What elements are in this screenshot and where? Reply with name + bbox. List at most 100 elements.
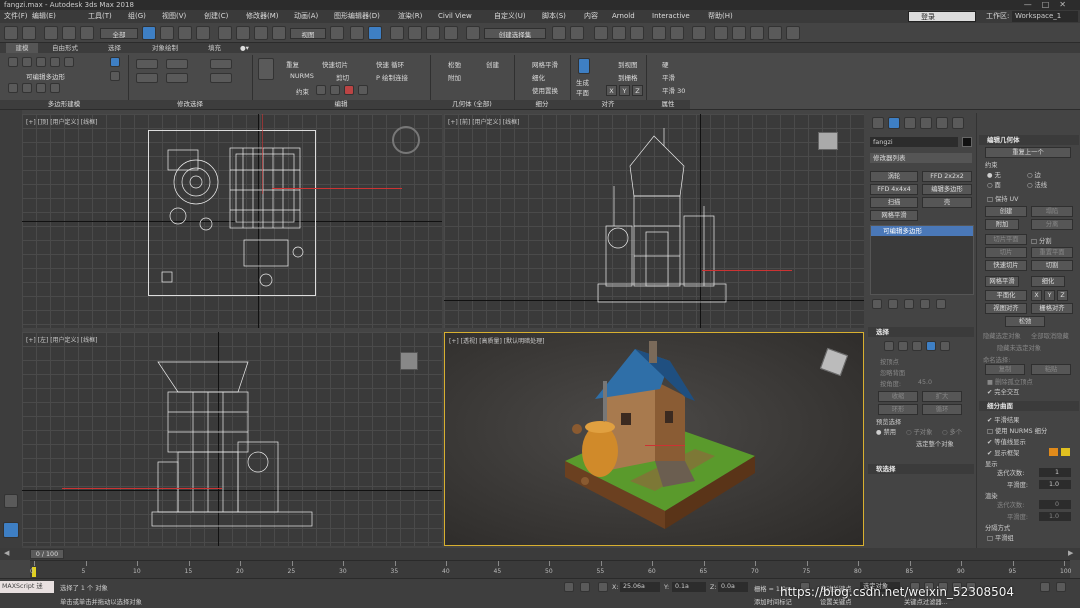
placement-icon[interactable] xyxy=(272,26,286,40)
planarize-button[interactable]: 平面化 xyxy=(985,290,1027,301)
sel-element-icon[interactable] xyxy=(940,341,950,351)
ribbon-tessellate[interactable]: 细化 xyxy=(532,72,545,82)
detach-button[interactable]: 分离 xyxy=(1031,219,1073,230)
viewport-left-label[interactable]: [+] [左] [用户定义] [线框] xyxy=(26,335,97,344)
align-icon[interactable] xyxy=(570,26,584,40)
ignore-backface-check[interactable]: 忽略背面 xyxy=(880,368,905,377)
turbosmooth-button[interactable]: 涡轮 xyxy=(870,171,918,182)
loop-icon[interactable] xyxy=(166,59,188,69)
layer-explorer-icon[interactable] xyxy=(612,26,626,40)
by-angle-check[interactable]: 按角度: xyxy=(880,379,901,388)
grid-align-button[interactable]: 栅格对齐 xyxy=(1031,303,1073,314)
group-poly-modeling[interactable]: 多边形建模 xyxy=(0,100,128,109)
viewcube-front[interactable] xyxy=(818,132,838,150)
viewport-top[interactable]: [+] [顶] [用户定义] [线框] xyxy=(22,114,442,328)
shrink-button[interactable]: 收缩 xyxy=(878,391,918,402)
group-edit[interactable]: 编辑 xyxy=(252,100,430,109)
group-modify-selection[interactable]: 修改选择 xyxy=(128,100,252,109)
slice-plane-button[interactable]: 切片平面 xyxy=(985,234,1027,245)
edit-named-sets-icon[interactable] xyxy=(466,26,480,40)
full-interactivity-check[interactable]: ✔ 完全交互 xyxy=(987,387,1019,396)
pin-stack-icon[interactable] xyxy=(872,299,882,309)
sel-edge-icon[interactable] xyxy=(898,341,908,351)
preview-off-radio[interactable]: ● 禁用 xyxy=(876,427,896,436)
ribbon-hard[interactable]: 硬 xyxy=(662,59,669,69)
track-bar[interactable]: 0 5 10 15 20 25 30 35 40 45 50 55 60 65 70 75 80 85 90 95 10… xyxy=(30,560,1071,578)
collapse-stack-icon[interactable] xyxy=(22,83,32,93)
viewport-perspective[interactable]: [+] [透视] [高质量] [默认明暗处理] xyxy=(444,332,864,546)
y-coordinate-input[interactable]: 0.1a xyxy=(672,582,706,592)
shell-button[interactable]: 壳 xyxy=(922,197,972,208)
align-y-button[interactable]: Y xyxy=(619,85,630,96)
reset-plane-button[interactable]: 重置平面 xyxy=(1031,247,1073,258)
viewport-layout-icon[interactable] xyxy=(3,522,19,538)
split-check[interactable]: □ 分割 xyxy=(1031,236,1052,245)
menu-file[interactable]: 文件(F) xyxy=(4,10,28,23)
quickslice-button[interactable]: 快速切片 xyxy=(985,260,1027,271)
reference-coord-dropdown[interactable]: 视图 xyxy=(290,28,326,39)
smoothing-groups-check[interactable]: □ 平滑组 xyxy=(987,533,1014,542)
tab-object-paint[interactable]: 对象绘制 xyxy=(152,43,178,53)
angle-snap-icon[interactable] xyxy=(408,26,422,40)
attach-button[interactable]: 附加 xyxy=(985,219,1019,230)
viewport-top-label[interactable]: [+] [顶] [用户定义] [线框] xyxy=(26,117,97,126)
meshsmooth-button[interactable]: 网格平滑 xyxy=(870,210,918,221)
ribbon-repeat[interactable]: 重复 xyxy=(286,59,299,69)
constraint-face-icon[interactable] xyxy=(344,85,354,95)
element-icon[interactable] xyxy=(64,57,74,67)
tessellate-button[interactable]: 细化 xyxy=(1031,276,1065,287)
grow-button[interactable]: 扩大 xyxy=(922,391,962,402)
ring-icon[interactable] xyxy=(166,73,188,83)
preserve-uv-icon[interactable] xyxy=(50,83,60,93)
show-cage-check[interactable]: ✔ 显示框架 xyxy=(987,448,1019,457)
menu-view[interactable]: 视图(V) xyxy=(162,10,186,23)
rect-select-region-icon[interactable] xyxy=(178,26,192,40)
snaps-toggle-icon[interactable] xyxy=(390,26,404,40)
cage-color-2-swatch[interactable] xyxy=(1061,448,1070,456)
ribbon-cut[interactable]: 剪切 xyxy=(336,72,349,82)
tab-selection[interactable]: 选择 xyxy=(108,43,121,53)
selection-mode-icon[interactable] xyxy=(110,71,120,81)
edge-icon[interactable] xyxy=(22,57,32,67)
planar-y-button[interactable]: Y xyxy=(1044,290,1055,301)
time-slider-thumb[interactable]: 0 / 100 xyxy=(30,549,64,559)
select-manipulate-icon[interactable] xyxy=(350,26,364,40)
ribbon-smooth30[interactable]: 平滑 30 xyxy=(662,85,685,95)
by-vertex-check[interactable]: 按顶点 xyxy=(880,357,899,366)
unhide-all-button[interactable]: 全部取消隐藏 xyxy=(1031,331,1069,340)
group-subdivision[interactable]: 细分 xyxy=(514,100,570,109)
hierarchy-tab-icon[interactable] xyxy=(904,117,916,129)
select-by-name-icon[interactable] xyxy=(160,26,174,40)
loop-mode-icon[interactable] xyxy=(210,59,232,69)
render-icon[interactable] xyxy=(750,26,764,40)
keyboard-shortcut-override-icon[interactable] xyxy=(368,26,382,40)
window-crossing-icon[interactable] xyxy=(196,26,210,40)
align-z-button[interactable]: Z xyxy=(632,85,643,96)
modify-tab-icon[interactable] xyxy=(888,117,900,129)
absolute-mode-icon[interactable] xyxy=(598,582,608,592)
time-slider[interactable]: ◀ 0 / 100 ▶ xyxy=(0,548,1080,560)
tab-modeling[interactable]: 建模 xyxy=(6,43,38,53)
soft-selection-rollout-head[interactable]: 软选择 xyxy=(868,464,974,474)
generate-icon[interactable] xyxy=(578,58,590,74)
slice-button[interactable]: 切片 xyxy=(985,247,1027,258)
ribbon-create[interactable]: 创建 xyxy=(486,59,499,69)
vertex-icon[interactable] xyxy=(8,57,18,67)
sel-polygon-icon[interactable] xyxy=(926,341,936,351)
unlink-icon[interactable] xyxy=(62,26,76,40)
layout-tab-arrow-icon[interactable] xyxy=(4,494,18,508)
a360-icon[interactable] xyxy=(786,26,800,40)
isoline-display-check[interactable]: ✔ 等值线显示 xyxy=(987,437,1026,446)
ribbon-smooth[interactable]: 平滑 xyxy=(662,72,675,82)
select-object-icon[interactable] xyxy=(142,26,156,40)
ribbon-to-view[interactable]: 到视图 xyxy=(618,59,638,69)
menu-group[interactable]: 组(G) xyxy=(128,10,146,23)
menu-create[interactable]: 创建(C) xyxy=(204,10,228,23)
show-end-result-stack-icon[interactable] xyxy=(888,299,898,309)
motion-tab-icon[interactable] xyxy=(920,117,932,129)
preview-multi-radio[interactable]: ○ 多个 xyxy=(942,427,962,436)
spinner-snap-icon[interactable] xyxy=(444,26,458,40)
meshsmooth-geom-button[interactable]: 网格平滑 xyxy=(985,276,1019,287)
ribbon-options-icon[interactable]: ●▾ xyxy=(240,43,249,53)
menu-scripting[interactable]: 脚本(S) xyxy=(542,10,566,23)
